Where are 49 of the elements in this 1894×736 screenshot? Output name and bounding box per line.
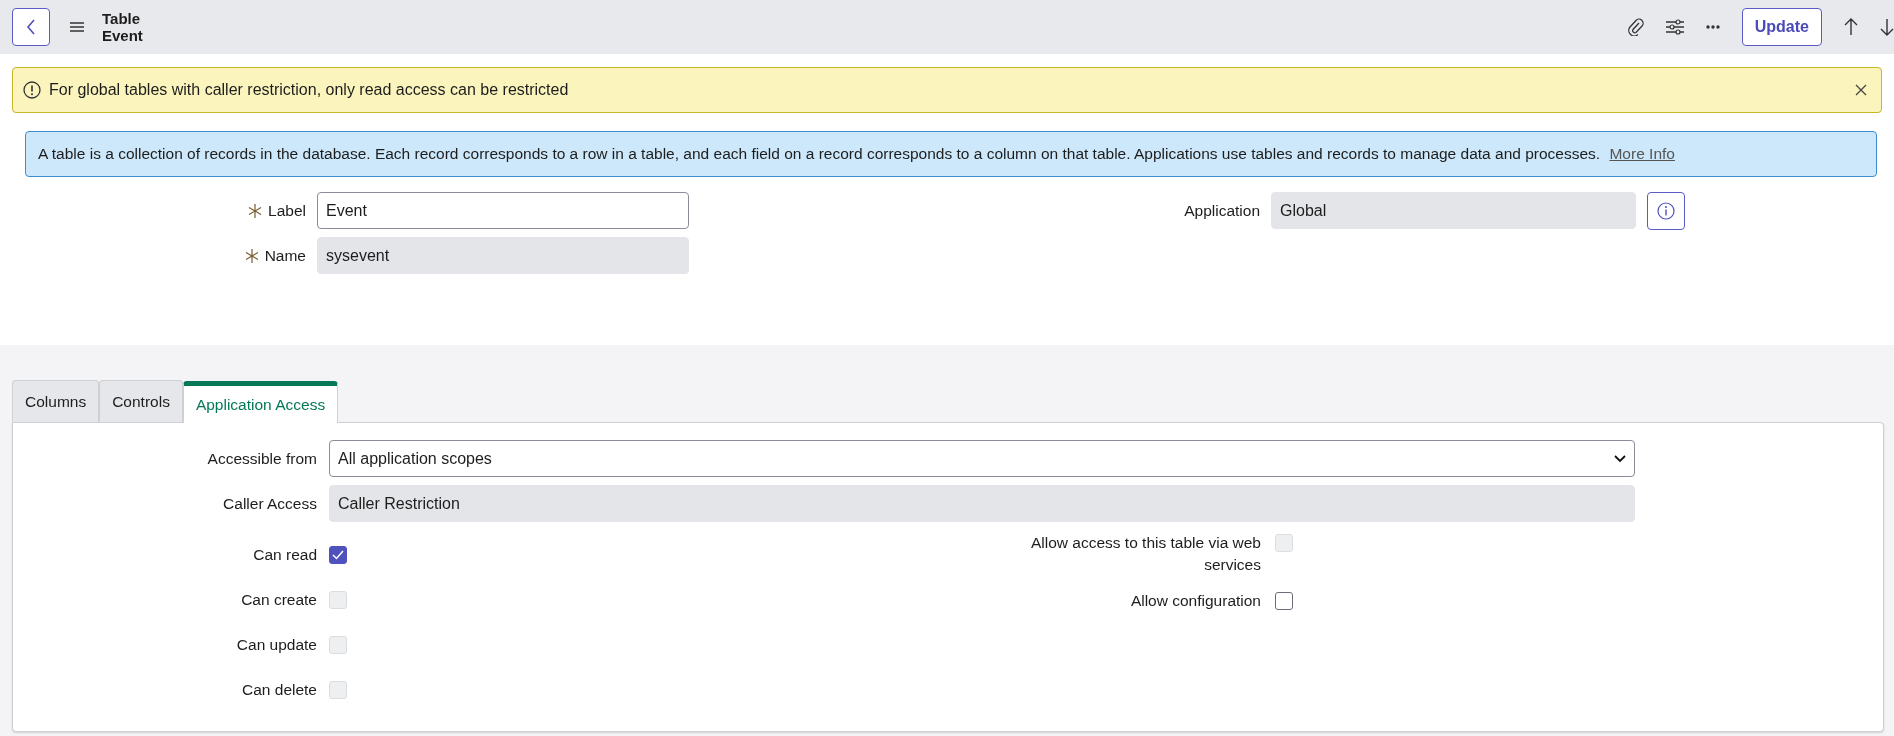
readonly-field: Global (1271, 192, 1636, 229)
next-record-button[interactable] (1880, 18, 1894, 36)
field-label: Caller Access (223, 494, 317, 513)
checkbox-label: Can delete (242, 680, 317, 699)
check-icon (332, 549, 344, 560)
field-label: Application (1184, 202, 1260, 220)
tab[interactable]: Application Access (182, 381, 339, 423)
checkbox-label: Allow access to this table via web services (1029, 533, 1261, 575)
more-info-link[interactable]: More Info (1609, 145, 1675, 162)
checkbox[interactable] (329, 545, 347, 564)
field-label: Name (264, 246, 306, 265)
close-button[interactable] (1855, 84, 1867, 96)
record-title: Event (102, 27, 143, 44)
warning-text: For global tables with caller restriction, only read access can be restricted (49, 81, 569, 99)
readonly-field: Caller Restriction (329, 485, 1635, 522)
menu-button[interactable] (70, 22, 84, 32)
text-field[interactable]: Event (317, 192, 689, 229)
close-icon (1855, 84, 1867, 96)
checkbox-label: Can update (236, 635, 317, 654)
arrow-down-icon (1880, 18, 1894, 36)
chevron-down-icon (1614, 454, 1626, 463)
settings-button[interactable] (1665, 19, 1684, 35)
more-icon (1705, 25, 1720, 29)
info-button[interactable] (1647, 192, 1685, 230)
tab[interactable]: Controls (99, 380, 183, 422)
checkbox[interactable] (1275, 592, 1293, 610)
warning-icon (23, 81, 41, 99)
arrow-up-icon (1844, 18, 1858, 36)
attachment-button[interactable] (1627, 18, 1644, 36)
checkbox-label: Can read (253, 545, 317, 564)
checkbox-label: Can create (241, 590, 317, 609)
checkbox-label: Allow configuration (1130, 591, 1261, 611)
update-button[interactable]: Update (1741, 8, 1822, 46)
previous-record-button[interactable] (1844, 18, 1858, 36)
field-label: Label (268, 201, 306, 220)
page-title: Table (102, 10, 142, 27)
field-label: Accessible from (207, 449, 317, 468)
info-icon (1657, 202, 1675, 220)
readonly-field: sysevent (317, 237, 689, 274)
back-button[interactable] (12, 8, 50, 46)
info-text: A table is a collection of records in the database. Each record corresponds to a row in a table, and each field on a record corresponds to a column on that table. Applications use tables and records to manage data and processes. More Info (38, 145, 1675, 163)
menu-icon (70, 22, 84, 32)
more-button[interactable] (1705, 25, 1720, 29)
tab[interactable]: Columns (12, 380, 100, 422)
select-value: All application scopes (338, 449, 492, 468)
paperclip-icon (1627, 18, 1644, 36)
sliders-icon (1665, 19, 1684, 35)
chevron-left-icon (26, 19, 36, 35)
select-field[interactable]: All application scopes (329, 440, 1635, 477)
